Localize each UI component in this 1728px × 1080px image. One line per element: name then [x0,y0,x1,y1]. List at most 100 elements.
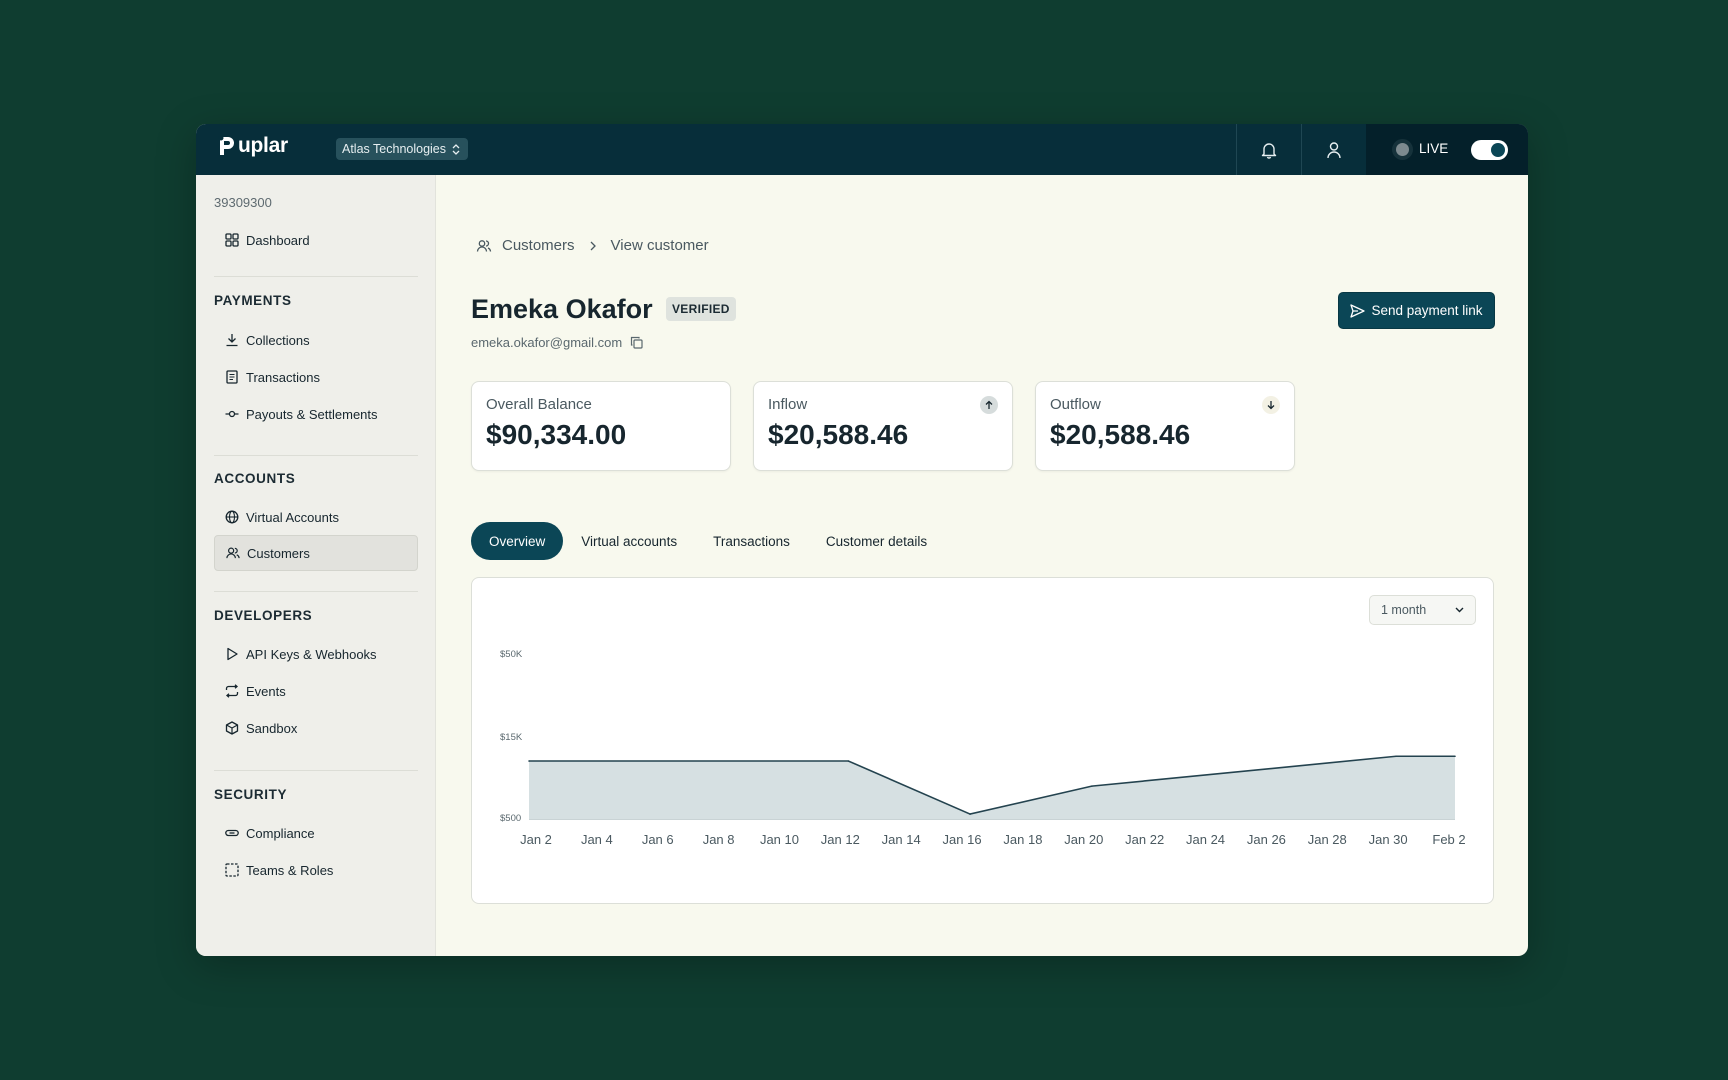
y-tick-label: $15K [500,732,523,743]
sidebar-item-collections[interactable]: Collections [214,322,418,358]
chart-card: $500 $15K $50K Jan 2 Jan 4 Jan 6 Jan 8 Jan 10 Ja… [471,577,1494,904]
notifications-button[interactable] [1236,124,1301,175]
sidebar-item-api-keys[interactable]: API Keys & Webhooks [214,636,418,672]
breadcrumb: Customers View customer [476,237,709,254]
link-icon [225,829,239,837]
dashed-square-icon [225,863,239,877]
data-point [969,813,971,815]
sidebar-item-virtual-accounts[interactable]: Virtual Accounts [214,499,418,535]
sidebar-item-label: Sandbox [246,720,298,736]
x-tick-label: Jan 14 [882,832,921,847]
sidebar-item-sandbox[interactable]: Sandbox [214,710,418,746]
live-label: LIVE [1419,141,1449,156]
organization-select[interactable]: Atlas Technologies [336,138,469,160]
send-payment-link-label: Send payment link [1371,303,1483,318]
copy-icon[interactable] [630,336,643,349]
x-tick-label: Jan 12 [821,832,860,847]
send-payment-link-button[interactable]: Send payment link [1338,292,1495,329]
chevron-up-down-icon [452,143,460,155]
x-tick-label: Feb 2 [1432,832,1465,847]
x-tick-label: Jan 10 [760,832,799,847]
commit-icon [225,410,239,418]
users-icon [476,239,492,252]
sidebar-item-events[interactable]: Events [214,673,418,709]
stat-label: Inflow [768,396,808,413]
x-tick-label: Jan 6 [642,832,674,847]
section-title-payments: PAYMENTS [214,293,292,308]
customer-email: emeka.okafor@gmail.com [471,335,623,350]
x-tick-label: Jan 8 [703,832,735,847]
logo[interactable]: uplar [218,134,288,158]
sidebar-item-label: Collections [246,332,310,348]
divider [214,591,418,592]
users-icon [226,547,240,559]
divider [214,770,418,771]
sidebar-item-payouts[interactable]: Payouts & Settlements [214,396,418,432]
organization-name: Atlas Technologies [342,142,447,156]
x-tick-label: Jan 4 [581,832,613,847]
sidebar-item-label: API Keys & Webhooks [246,646,377,662]
x-tick-label: Jan 2 [520,832,552,847]
page-title: Emeka Okafor [471,294,653,324]
sidebar-item-label: Customers [247,545,310,561]
arrow-up-icon [980,396,998,414]
sidebar-item-label: Virtual Accounts [246,509,339,525]
sidebar-item-teams-roles[interactable]: Teams & Roles [214,852,418,888]
play-icon [227,647,238,661]
globe-icon [225,510,239,524]
stat-value: $20,588.46 [768,419,909,450]
top-bar: uplar Atlas Technologies LIVE [196,124,1528,175]
sidebar-item-transactions[interactable]: Transactions [214,359,418,395]
section-title-security: SECURITY [214,787,288,802]
sidebar-item-dashboard[interactable]: Dashboard [214,222,418,258]
stat-value: $90,334.00 [486,419,627,450]
sidebar-item-label: Transactions [246,369,320,385]
sidebar-item-label: Dashboard [246,232,310,248]
sidebar-item-customers[interactable]: Customers [214,535,418,571]
download-icon [226,334,238,347]
sidebar-item-label: Compliance [246,825,315,841]
live-mode-toggle[interactable] [1471,140,1508,160]
sidebar-item-label: Events [246,683,286,699]
stat-card-balance: Overall Balance $90,334.00 [471,381,731,471]
bell-icon [1261,142,1277,159]
data-point [1454,755,1456,758]
tab-bar: Overview Virtual accounts Transactions C… [471,522,945,560]
chevron-down-icon [1455,607,1464,613]
area-chart: $500 $15K $50K Jan 2 Jan 4 Jan 6 Jan 8 Jan 10 Ja… [500,649,1466,847]
chevron-right-icon [590,241,596,250]
tab-customer-details[interactable]: Customer details [808,522,945,560]
arrow-down-icon [1262,396,1280,414]
tab-virtual-accounts[interactable]: Virtual accounts [563,522,695,560]
x-tick-label: Jan 22 [1125,832,1164,847]
range-select[interactable]: 1 month [1369,595,1476,625]
sidebar-item-label: Teams & Roles [246,862,334,878]
profile-button[interactable] [1301,124,1366,175]
account-id: 39309300 [214,195,272,210]
y-tick-label: $50K [500,649,523,660]
stat-value: $20,588.46 [1050,419,1191,450]
app-window: uplar Atlas Technologies LIVE 39309300 D… [196,124,1528,956]
x-tick-label: Jan 28 [1308,832,1347,847]
x-tick-label: Jan 20 [1064,832,1103,847]
range-select-value: 1 month [1381,603,1427,617]
y-tick-label: $500 [500,813,521,824]
stat-card-inflow: Inflow $20,588.46 [753,381,1013,471]
breadcrumb-current: View customer [610,237,709,254]
tab-transactions[interactable]: Transactions [695,522,808,560]
breadcrumb-customers-link[interactable]: Customers [502,237,575,254]
x-tick-label: Jan 16 [943,832,982,847]
section-title-accounts: ACCOUNTS [214,471,296,486]
sidebar-item-compliance[interactable]: Compliance [214,815,418,851]
divider [214,276,418,277]
section-title-developers: DEVELOPERS [214,608,313,623]
stat-label: Overall Balance [486,396,592,413]
toggle-knob [1491,143,1505,157]
status-badge: VERIFIED [666,297,736,321]
tab-overview[interactable]: Overview [471,522,564,560]
customer-email-row: emeka.okafor@gmail.com [471,335,643,350]
sidebar-item-label: Payouts & Settlements [246,406,378,422]
x-tick-label: Jan 26 [1247,832,1286,847]
live-status-dot [1396,143,1409,156]
divider [214,455,418,456]
